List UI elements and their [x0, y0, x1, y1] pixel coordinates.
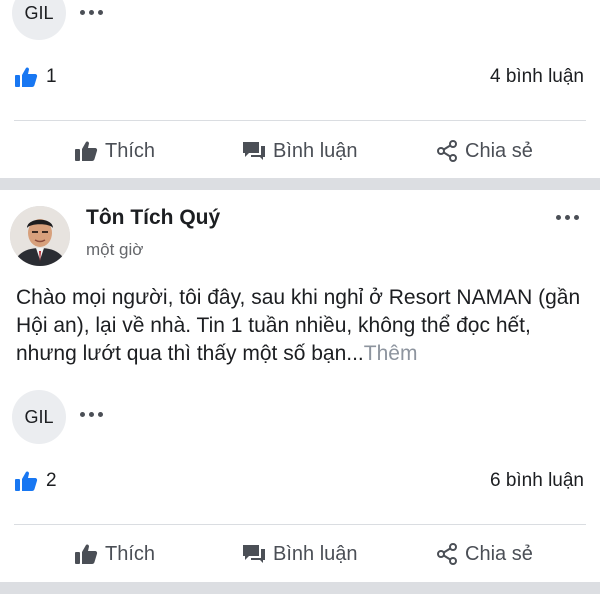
commenter-avatar[interactable]: GIL: [12, 0, 66, 40]
thumbs-up-icon: [75, 141, 98, 161]
commenter-avatar[interactable]: GIL: [12, 390, 66, 444]
share-icon: [437, 140, 457, 162]
feed-separator: [0, 178, 600, 190]
comment-icon: [243, 545, 265, 563]
author-avatar[interactable]: [10, 206, 70, 266]
comment-label: Bình luận: [273, 542, 358, 565]
post-body[interactable]: Chào mọi người, tôi đây, sau khi nghỉ ở …: [16, 284, 588, 368]
like-count: 2: [46, 470, 57, 491]
thumbs-up-icon: [75, 544, 98, 564]
see-more-link[interactable]: Thêm: [364, 342, 418, 365]
reactions-summary: 1 4 bình luận: [0, 58, 600, 98]
more-dots-icon[interactable]: [556, 215, 579, 220]
thumbs-up-icon: [15, 471, 38, 491]
more-dots-icon[interactable]: [80, 412, 103, 417]
comment-count[interactable]: 4 bình luận: [490, 66, 584, 88]
reactions-summary: 2 6 bình luận: [0, 462, 600, 502]
post-timestamp[interactable]: một giờ: [86, 240, 143, 260]
comment-button[interactable]: Bình luận: [242, 124, 358, 178]
commenter-initials: GIL: [24, 2, 54, 23]
share-label: Chia sẻ: [465, 542, 533, 565]
thumbs-up-icon: [15, 67, 38, 87]
comment-button[interactable]: Bình luận: [242, 527, 358, 581]
post-text: Chào mọi người, tôi đây, sau khi nghỉ ở …: [16, 286, 581, 365]
commenter-initials: GIL: [24, 406, 54, 427]
feed-screen: GIL 1 4 bình luận Thích Bình luận Chia s…: [0, 0, 600, 600]
more-dots-icon[interactable]: [80, 10, 103, 15]
action-bar: Thích Bình luận Chia sẻ: [0, 124, 600, 178]
action-bar: Thích Bình luận Chia sẻ: [0, 527, 600, 581]
comment-icon: [243, 142, 265, 160]
comment-label: Bình luận: [273, 139, 358, 162]
like-label: Thích: [105, 542, 156, 565]
author-name[interactable]: Tôn Tích Quý: [86, 206, 220, 230]
divider: [14, 120, 586, 121]
author-photo: [10, 206, 70, 266]
like-button[interactable]: Thích: [74, 527, 155, 581]
divider: [14, 524, 586, 525]
feed-separator: [0, 582, 600, 594]
like-summary[interactable]: 1: [14, 66, 57, 88]
like-summary[interactable]: 2: [14, 470, 57, 492]
share-label: Chia sẻ: [465, 139, 533, 162]
share-button[interactable]: Chia sẻ: [436, 527, 533, 581]
comment-count[interactable]: 6 bình luận: [490, 470, 584, 492]
like-button[interactable]: Thích: [74, 124, 155, 178]
share-icon: [437, 543, 457, 565]
like-count: 1: [46, 66, 57, 87]
like-label: Thích: [105, 139, 156, 162]
share-button[interactable]: Chia sẻ: [436, 124, 533, 178]
